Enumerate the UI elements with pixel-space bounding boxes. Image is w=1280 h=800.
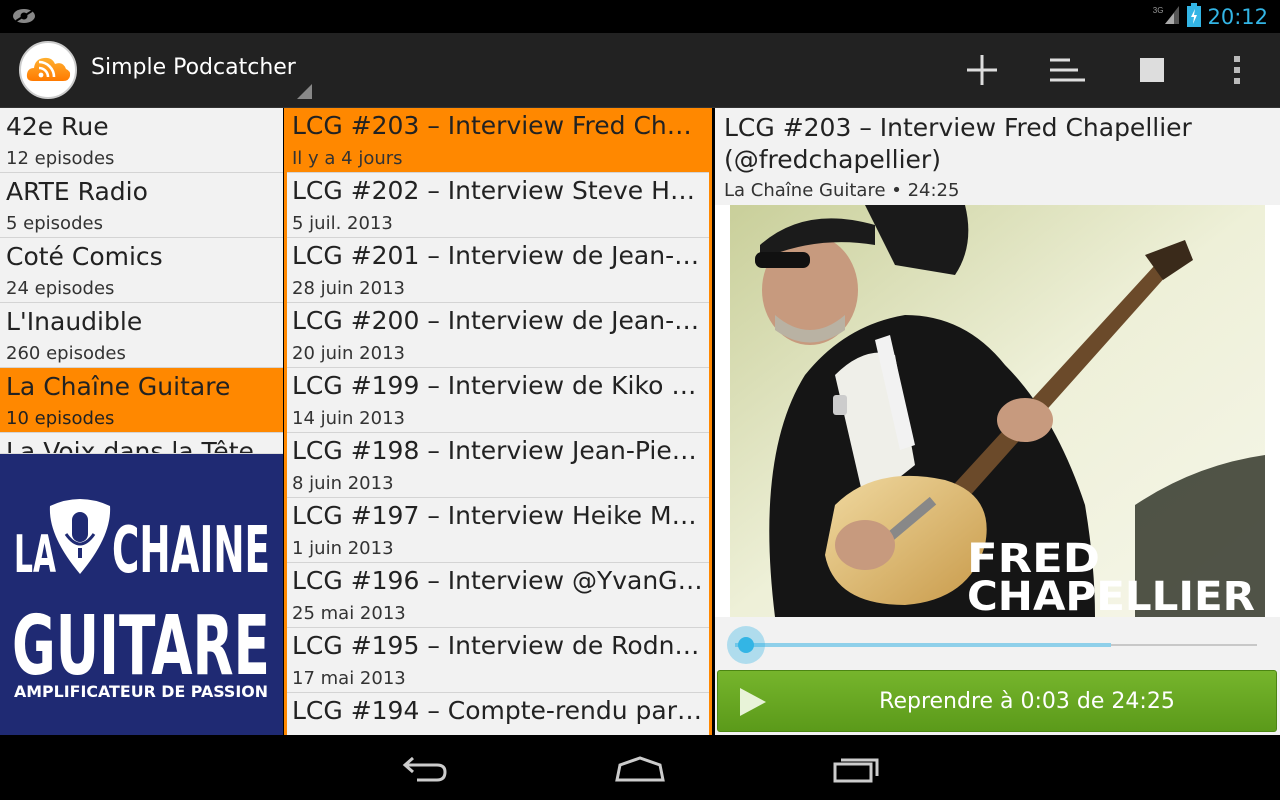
app-title-spinner[interactable]: Simple Podcatcher — [91, 55, 296, 80]
navigation-bar — [0, 736, 1280, 800]
episode-detail-meta: La Chaîne Guitare • 24:25 — [724, 180, 960, 201]
podcast-item[interactable]: 42e Rue 12 episodes — [0, 108, 283, 173]
episode-title: LCG #203 – Interview Fred Chapellier (@f… — [292, 111, 706, 140]
status-bar: 3G 20:12 — [0, 0, 1280, 33]
episode-title: LCG #197 – Interview Heike Matthiesen — [292, 501, 706, 530]
back-icon — [402, 756, 447, 782]
episode-item[interactable]: LCG #197 – Interview Heike Matthiesen 1 … — [287, 498, 709, 563]
episode-item[interactable]: LCG #198 – Interview Jean-Pierre Danel 8… — [287, 433, 709, 498]
episode-artwork: FRED CHAPELLIER — [715, 205, 1280, 617]
podcast-item-selected[interactable]: La Chaîne Guitare 10 episodes — [0, 368, 283, 433]
status-icons: 3G 20:12 — [1153, 3, 1268, 31]
podcast-title: La Chaîne Guitare — [6, 372, 231, 401]
cover-art-tagline: AMPLIFICATEUR DE PASSION — [14, 682, 268, 701]
artwork-caption-line2: CHAPELLIER — [967, 574, 1255, 617]
episode-item[interactable]: LCG #199 – Interview de Kiko Loureiro 14… — [287, 368, 709, 433]
clock: 20:12 — [1207, 5, 1268, 29]
episode-date: 20 juin 2013 — [292, 343, 405, 364]
sort-button[interactable] — [1047, 50, 1087, 90]
recent-apps-button[interactable] — [826, 752, 886, 786]
network-type: 3G — [1152, 5, 1164, 15]
episode-date: 1 juin 2013 — [292, 538, 394, 559]
play-icon — [740, 688, 766, 716]
resume-playback-label: Reprendre à 0:03 de 24:25 — [879, 689, 1175, 714]
podcast-episode-count: 24 episodes — [6, 278, 115, 299]
episode-title: LCG #200 – Interview de Jean-François — [292, 306, 706, 335]
podcast-list[interactable]: 42e Rue 12 episodes ARTE Radio 5 episode… — [0, 108, 283, 735]
sync-notification-icon — [12, 7, 36, 29]
episode-title: LCG #195 – Interview de Rodney Branigan — [292, 631, 706, 660]
podcast-title: L'Inaudible — [6, 307, 143, 336]
episode-detail-title: LCG #203 – Interview Fred Chapellier (@f… — [724, 113, 1192, 174]
stop-icon — [1140, 58, 1164, 82]
spinner-indicator-icon — [297, 84, 312, 99]
sort-icon — [1050, 58, 1085, 82]
app-logo-icon[interactable] — [19, 41, 77, 99]
home-button[interactable] — [610, 752, 670, 786]
cover-art-line1-la: LA — [14, 525, 56, 585]
episode-item[interactable]: LCG #202 – Interview Steve Hackett 5 jui… — [287, 173, 709, 238]
signal-icon — [1163, 4, 1181, 30]
episode-item[interactable]: LCG #201 – Interview de Jean-Félix Lalan… — [287, 238, 709, 303]
podcast-cover-art: LA CHAINE GUITARE AMPLIFICATEUR DE PASSI… — [0, 453, 283, 735]
seek-bar[interactable] — [725, 626, 1265, 666]
episode-date: 8 juin 2013 — [292, 473, 394, 494]
episode-title: LCG #199 – Interview de Kiko Loureiro — [292, 371, 706, 400]
episode-title: LCG #194 – Compte-rendu par Stéphane — [292, 696, 706, 725]
episode-item[interactable]: LCG #200 – Interview de Jean-François 20… — [287, 303, 709, 368]
podcast-title: ARTE Radio — [6, 177, 148, 206]
seek-thumb — [738, 637, 754, 653]
recent-apps-icon — [833, 758, 879, 783]
episode-item-selected[interactable]: LCG #203 – Interview Fred Chapellier (@f… — [287, 108, 709, 173]
episode-date: 17 mai 2013 — [292, 668, 406, 689]
add-podcast-button[interactable] — [962, 50, 1002, 90]
podcast-item[interactable]: L'Inaudible 260 episodes — [0, 303, 283, 368]
seek-buffered — [735, 643, 1111, 647]
episode-title: LCG #201 – Interview de Jean-Félix Lalan… — [292, 241, 706, 270]
episode-date: Il y a 4 jours — [292, 148, 403, 169]
episode-item[interactable]: LCG #196 – Interview @YvanGuillevic 25 m… — [287, 563, 709, 628]
episode-date: 28 juin 2013 — [292, 278, 405, 299]
podcast-episode-count: 12 episodes — [6, 148, 115, 169]
podcast-title: 42e Rue — [6, 112, 109, 141]
episode-item[interactable]: LCG #194 – Compte-rendu par Stéphane — [287, 693, 709, 735]
overflow-menu-icon — [1234, 56, 1240, 84]
resume-playback-button[interactable]: Reprendre à 0:03 de 24:25 — [717, 670, 1277, 732]
cover-art-line2: GUITARE — [12, 599, 270, 694]
episode-title: LCG #196 – Interview @YvanGuillevic — [292, 566, 706, 595]
podcast-episode-count: 10 episodes — [6, 408, 115, 429]
podcast-item[interactable]: ARTE Radio 5 episodes — [0, 173, 283, 238]
podcast-episode-count: 5 episodes — [6, 213, 103, 234]
back-button[interactable] — [394, 752, 454, 786]
episode-date: 5 juil. 2013 — [292, 213, 393, 234]
app-root: 3G 20:12 Simple Podcatcher 42e Rue 12 ep… — [0, 0, 1280, 800]
podcast-item[interactable]: Coté Comics 24 episodes — [0, 238, 283, 303]
podcast-episode-count: 260 episodes — [6, 343, 126, 364]
add-icon — [967, 55, 997, 85]
episode-title: LCG #202 – Interview Steve Hackett — [292, 176, 706, 205]
podcast-title: Coté Comics — [6, 242, 163, 271]
episode-date: 25 mai 2013 — [292, 603, 406, 624]
episode-title: LCG #198 – Interview Jean-Pierre Danel — [292, 436, 706, 465]
episode-item[interactable]: LCG #195 – Interview de Rodney Branigan … — [287, 628, 709, 693]
action-bar: Simple Podcatcher — [0, 33, 1280, 108]
stop-button[interactable] — [1132, 50, 1172, 90]
overflow-menu-button[interactable] — [1217, 50, 1257, 90]
episode-date: 14 juin 2013 — [292, 408, 405, 429]
episode-list[interactable]: LCG #203 – Interview Fred Chapellier (@f… — [284, 108, 712, 735]
home-icon — [615, 756, 665, 782]
battery-charging-icon — [1187, 3, 1202, 31]
episode-detail: LCG #203 – Interview Fred Chapellier (@f… — [715, 108, 1280, 735]
cover-art-line1-chaine: CHAINE — [112, 514, 270, 588]
